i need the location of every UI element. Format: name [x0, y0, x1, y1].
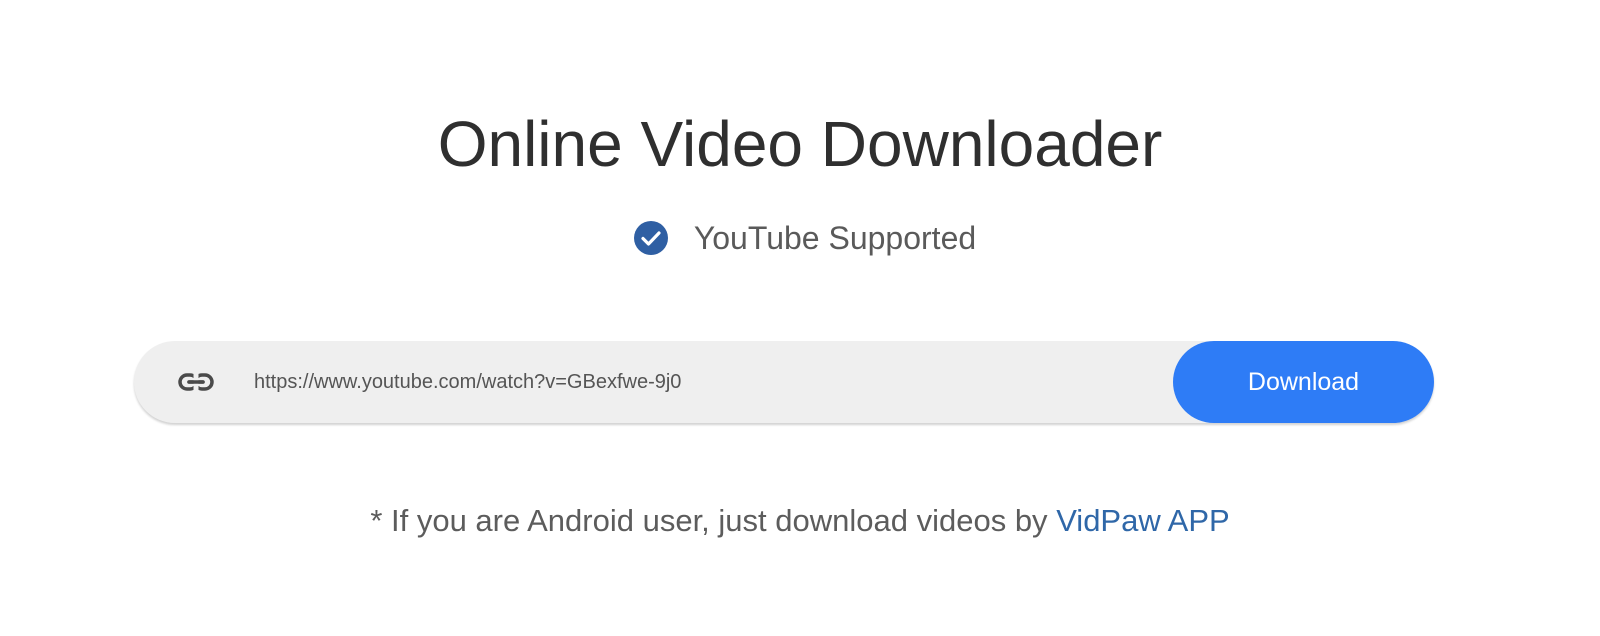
vidpaw-app-link[interactable]: VidPaw APP: [1056, 503, 1229, 538]
android-note-text: * If you are Android user, just download…: [370, 503, 1057, 538]
url-search-bar: Download: [134, 341, 1434, 423]
link-icon: [178, 367, 214, 397]
check-circle-icon: [633, 221, 668, 255]
page: Online Video Downloader YouTube Supporte…: [0, 0, 1600, 636]
android-note: * If you are Android user, just download…: [0, 500, 1600, 542]
download-button[interactable]: Download: [1173, 341, 1434, 423]
supported-label: YouTube Supported: [693, 220, 977, 256]
page-title: Online Video Downloader: [437, 108, 1163, 180]
url-input[interactable]: [254, 341, 1164, 423]
supported-row: YouTube Supported: [0, 218, 1600, 258]
